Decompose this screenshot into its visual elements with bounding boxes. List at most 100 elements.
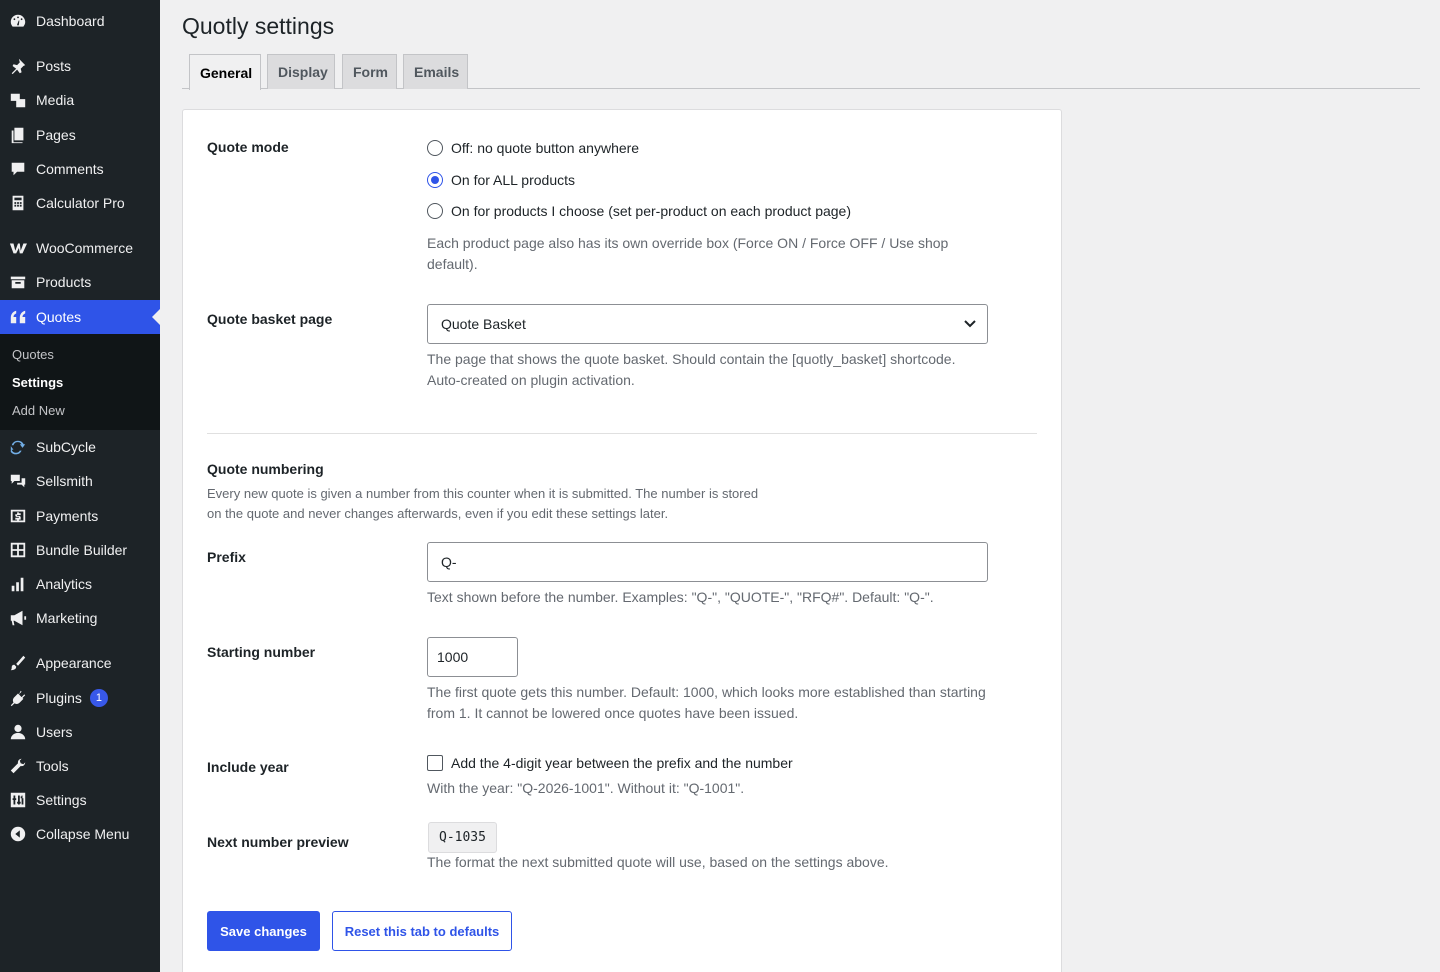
quote-mode-label: Quote mode — [207, 139, 289, 155]
sidebar-item-label: Sellsmith — [36, 473, 93, 489]
radio-label: On for ALL products — [451, 172, 575, 188]
user-icon — [0, 723, 36, 741]
quote-mode-description-2: default). — [427, 256, 478, 272]
sidebar-item-analytics[interactable]: Analytics — [0, 567, 160, 601]
radio-button-selected[interactable] — [427, 172, 443, 188]
numbering-description-1: Every new quote is given a number from t… — [207, 486, 759, 501]
radio-label: Off: no quote button anywhere — [451, 140, 640, 156]
sidebar-item-marketing[interactable]: Marketing — [0, 601, 160, 635]
admin-sidebar: Dashboard Posts Media Pages Comments Cal… — [0, 0, 160, 972]
sidebar-item-sellsmith[interactable]: Sellsmith — [0, 464, 160, 498]
sidebar-item-label: Plugins — [36, 690, 82, 706]
sidebar-item-comments[interactable]: Comments — [0, 152, 160, 186]
sidebar-item-dashboard[interactable]: Dashboard — [0, 4, 160, 38]
radio-button[interactable] — [427, 203, 443, 219]
sidebar-item-label: Bundle Builder — [36, 542, 128, 558]
settings-tabs: General Display Form Emails — [182, 54, 1420, 90]
grid-icon — [0, 541, 36, 559]
starting-number-description-2: from 1. It cannot be lowered once quotes… — [427, 705, 799, 721]
sidebar-item-payments[interactable]: Payments — [0, 499, 160, 533]
prefix-label: Prefix — [207, 549, 246, 565]
numbering-description-2: on the quote and never changes afterward… — [207, 506, 669, 521]
sidebar-item-label: Media — [36, 92, 75, 108]
woo-icon — [0, 239, 36, 257]
sidebar-item-subcycle[interactable]: SubCycle — [0, 430, 160, 464]
chat-icon — [0, 472, 36, 490]
wrench-icon — [0, 757, 36, 775]
basket-page-select[interactable]: Quote Basket — [427, 304, 988, 344]
sidebar-item-label: Settings — [36, 792, 87, 808]
sidebar-item-label: Analytics — [36, 576, 93, 592]
plug-icon — [0, 689, 36, 707]
starting-number-input[interactable]: 1000 — [427, 637, 518, 677]
tab-emails[interactable]: Emails — [403, 54, 468, 89]
basket-page-label: Quote basket page — [207, 311, 333, 327]
sidebar-item-bundle-builder[interactable]: Bundle Builder — [0, 533, 160, 567]
dashboard-icon — [0, 12, 36, 30]
sidebar-item-woocommerce[interactable]: WooCommerce — [0, 231, 160, 265]
basket-page-description-2: Auto-created on plugin activation. — [427, 372, 635, 388]
sidebar-item-label: Comments — [36, 161, 104, 177]
sidebar-item-label: Quotes — [36, 309, 82, 325]
sidebar-item-label: Posts — [36, 58, 72, 74]
preview-description: The format the next submitted quote will… — [427, 854, 889, 870]
sidebar-item-media[interactable]: Media — [0, 83, 160, 117]
include-year-description: With the year: "Q-2026-1001". Without it… — [427, 780, 745, 796]
sidebar-item-tools[interactable]: Tools — [0, 749, 160, 783]
dollar-icon — [0, 507, 36, 525]
tab-general[interactable]: General — [189, 54, 261, 90]
sidebar-item-label: Calculator Pro — [36, 195, 125, 211]
quote-mode-option-all[interactable]: On for ALL products — [427, 172, 575, 188]
sidebar-item-users[interactable]: Users — [0, 715, 160, 749]
collapse-menu-button[interactable]: Collapse Menu — [0, 817, 160, 851]
sidebar-item-products[interactable]: Products — [0, 265, 160, 299]
sidebar-item-label: Payments — [36, 508, 99, 524]
page-title: Quotly settings — [182, 13, 335, 39]
starting-number-value: 1000 — [437, 649, 469, 665]
sidebar-item-pages[interactable]: Pages — [0, 118, 160, 152]
reset-tab-button[interactable]: Reset this tab to defaults — [332, 911, 512, 951]
refresh-icon — [0, 438, 36, 456]
sidebar-item-quotes[interactable]: Quotes — [0, 300, 160, 334]
include-year-checkbox-label[interactable]: Add the 4-digit year between the prefix … — [451, 753, 793, 774]
radio-label: On for products I choose (set per-produc… — [451, 203, 852, 219]
sidebar-item-label: SubCycle — [36, 439, 96, 455]
section-divider — [207, 433, 1037, 434]
calculator-icon — [0, 194, 36, 212]
radio-button[interactable] — [427, 140, 443, 156]
basket-page-description-1: The page that shows the quote basket. Sh… — [427, 351, 956, 367]
sidebar-item-settings[interactable]: Settings — [0, 783, 160, 817]
sidebar-item-label: Products — [36, 274, 92, 290]
sidebar-item-appearance[interactable]: Appearance — [0, 646, 160, 680]
numbering-description: Every new quote is given a number from t… — [207, 484, 767, 524]
quote-icon — [0, 308, 36, 326]
include-year-label: Include year — [207, 759, 289, 775]
quote-mode-option-off[interactable]: Off: no quote button anywhere — [427, 140, 639, 156]
pin-icon — [0, 57, 36, 75]
sidebar-item-calculator-pro[interactable]: Calculator Pro — [0, 186, 160, 220]
sidebar-item-label: Pages — [36, 127, 76, 143]
sidebar-item-label: Tools — [36, 758, 69, 774]
include-year-checkbox[interactable] — [427, 755, 443, 771]
numbering-heading: Quote numbering — [207, 461, 324, 477]
tab-display[interactable]: Display — [267, 54, 335, 89]
media-icon — [0, 91, 36, 109]
update-count-badge: 1 — [89, 689, 108, 707]
next-number-preview: Q-1035 — [428, 822, 497, 853]
tab-form[interactable]: Form — [342, 54, 397, 89]
prefix-input[interactable]: Q- — [427, 542, 988, 582]
submenu-item-add-new[interactable]: Add New — [12, 403, 65, 418]
brush-icon — [0, 654, 36, 672]
sidebar-item-label: Collapse Menu — [36, 826, 130, 842]
submenu-item-quotes[interactable]: Quotes — [12, 347, 54, 362]
sidebar-item-posts[interactable]: Posts — [0, 49, 160, 83]
submenu-item-settings[interactable]: Settings — [12, 375, 63, 390]
save-changes-button[interactable]: Save changes — [207, 911, 320, 951]
sidebar-item-label: Users — [36, 724, 73, 740]
quote-mode-option-chosen[interactable]: On for products I choose (set per-produc… — [427, 203, 851, 219]
prefix-value: Q- — [441, 554, 457, 570]
comment-icon — [0, 160, 36, 178]
starting-number-description-1: The first quote gets this number. Defaul… — [427, 684, 986, 700]
quote-mode-description-1: Each product page also has its own overr… — [427, 235, 949, 251]
sidebar-item-plugins[interactable]: Plugins 1 — [0, 681, 160, 715]
